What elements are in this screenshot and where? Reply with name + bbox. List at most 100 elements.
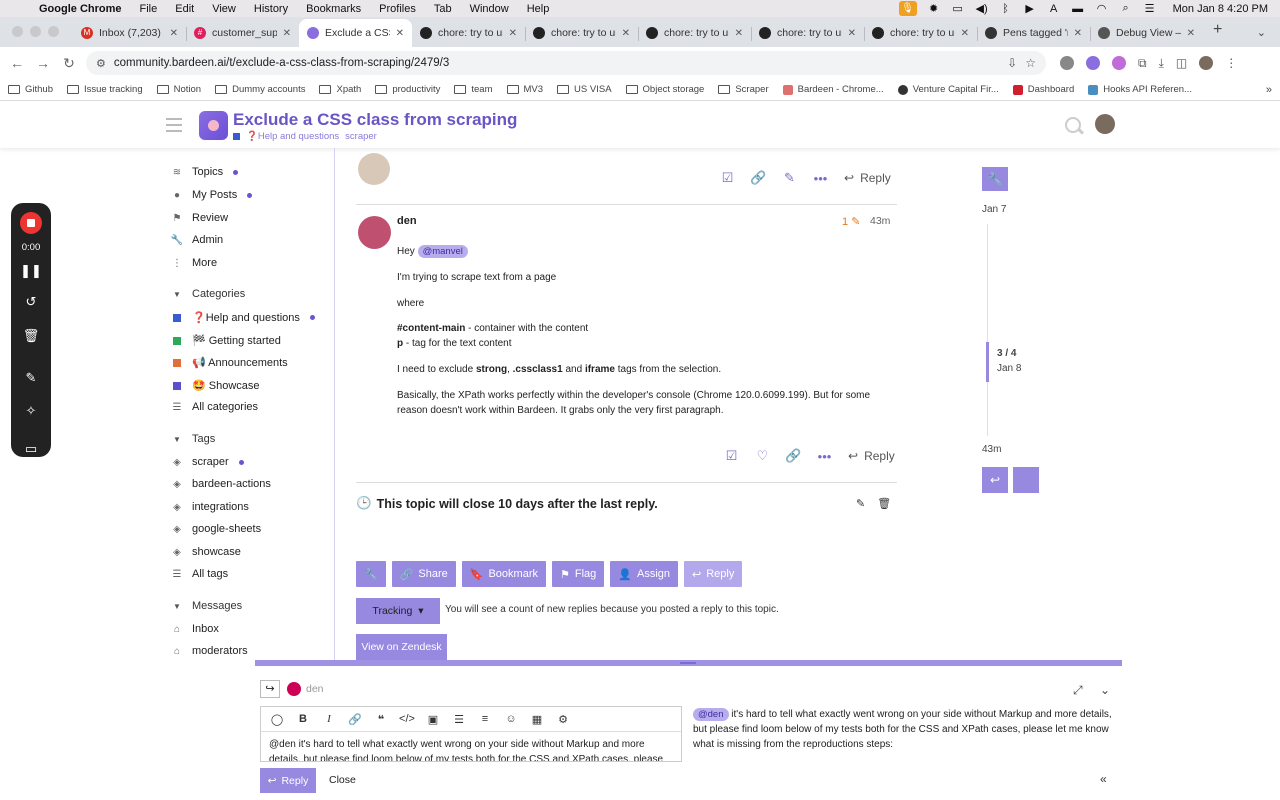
menu-file[interactable]: File — [131, 3, 167, 15]
collapse-preview-icon[interactable]: « — [1100, 772, 1107, 786]
edit-history[interactable]: 1 ✎ — [842, 215, 860, 228]
reply-button[interactable]: ↩ Reply — [844, 171, 891, 185]
emoji-icon[interactable]: ☺ — [503, 713, 519, 725]
tab-github[interactable]: chore: try to un ✕ — [412, 19, 525, 47]
topic-admin-wrench-button[interactable]: 🔧 — [982, 167, 1008, 191]
menu-app[interactable]: Google Chrome — [30, 3, 131, 15]
edit-timer-icon[interactable]: ✎ — [856, 497, 865, 510]
microphone-icon[interactable]: 🎙 — [898, 1, 917, 16]
topic-reply-button[interactable]: ↩ Reply — [684, 561, 743, 587]
solution-checkbox-icon[interactable]: ☑ — [716, 448, 747, 464]
control-center-icon[interactable]: ☰ — [1143, 2, 1157, 15]
view-on-zendesk-button[interactable]: View on Zendesk — [356, 634, 447, 660]
calendar-icon[interactable]: ▦ — [529, 713, 545, 726]
numbered-list-icon[interactable]: ≡ — [477, 713, 493, 725]
keyboard-icon[interactable]: ▭ — [951, 2, 965, 15]
assign-button[interactable]: 👤 Assign — [610, 561, 679, 587]
bold-icon[interactable]: B — [295, 713, 311, 725]
sidebar-item-my-posts[interactable]: ● My Posts — [170, 189, 253, 201]
restart-icon[interactable]: ↺ — [11, 294, 51, 310]
effects-icon[interactable]: ✧ — [11, 403, 51, 419]
menu-tab[interactable]: Tab — [425, 3, 461, 15]
sidebar-item-topics[interactable]: ≋ Topics — [170, 166, 239, 178]
post-author[interactable]: den — [397, 215, 417, 227]
menu-help[interactable]: Help — [518, 3, 559, 15]
speech-bubble-icon[interactable]: ◯ — [269, 713, 285, 726]
settings-gear-icon[interactable]: ⚙ — [555, 713, 571, 726]
close-tab-icon[interactable]: ✕ — [848, 28, 856, 39]
bookmark-dashboard[interactable]: Dashboard — [1012, 84, 1074, 95]
topic-tag-link[interactable]: scraper — [345, 131, 377, 142]
submit-reply-button[interactable]: ↩ Reply — [260, 768, 316, 793]
timeline-start-date[interactable]: Jan 7 — [982, 204, 1006, 215]
menu-history[interactable]: History — [245, 3, 297, 15]
camera-icon[interactable]: ▭ — [11, 441, 51, 457]
bookmark-xpath[interactable]: Xpath — [319, 84, 361, 95]
tab-github[interactable]: chore: try to un ✕ — [751, 19, 864, 47]
current-user-avatar[interactable] — [1095, 114, 1115, 134]
fullscreen-icon[interactable]: ⤢ — [1073, 683, 1083, 698]
bookmark-github[interactable]: Github — [8, 84, 53, 95]
post-author-avatar[interactable] — [358, 153, 390, 185]
sidebar-item-tag-bardeen-actions[interactable]: ◈ bardeen-actions — [170, 478, 271, 490]
notification-level-dropdown[interactable]: Tracking ▾ — [356, 598, 440, 624]
bookmark-hooks-api[interactable]: Hooks API Referen... — [1088, 84, 1192, 95]
sidebar-item-all-tags[interactable]: ☰ All tags — [170, 568, 229, 580]
solution-checkbox-icon[interactable]: ☑ — [712, 170, 743, 186]
bookmarks-overflow-icon[interactable]: » — [1266, 84, 1272, 96]
timeline-end-date[interactable]: 43m — [982, 444, 1001, 455]
sidepanel-icon[interactable]: ◫ — [1176, 56, 1187, 70]
download-icon[interactable]: ⤓ — [1159, 56, 1164, 71]
sidebar-item-inbox[interactable]: ⌂ Inbox — [170, 623, 219, 635]
quote-icon[interactable]: ❝ — [373, 713, 389, 726]
sidebar-item-help[interactable]: ❓Help and questions — [170, 311, 315, 324]
bookmark-scraper[interactable]: Scraper — [718, 84, 769, 95]
close-tab-icon[interactable]: ✕ — [622, 28, 630, 39]
composer-action-dropdown[interactable]: ↪ — [260, 680, 280, 698]
input-source-icon[interactable]: A — [1047, 3, 1061, 15]
post-author-avatar[interactable] — [358, 216, 391, 249]
battery-icon[interactable]: ▬ — [1071, 3, 1085, 15]
hamburger-menu-icon[interactable] — [166, 118, 182, 136]
menu-view[interactable]: View — [203, 3, 245, 15]
topic-category-link[interactable]: ❓Help and questions — [246, 131, 339, 142]
wifi-icon[interactable]: ◠ — [1095, 2, 1109, 15]
close-tab-icon[interactable]: ✕ — [396, 28, 404, 39]
timeline-scrollarea[interactable] — [987, 224, 988, 436]
bardeen-logo[interactable] — [199, 111, 228, 140]
bookmark-button[interactable]: 🔖 Bookmark — [461, 561, 546, 587]
sidebar-item-tag-showcase[interactable]: ◈ showcase — [170, 546, 241, 558]
sidebar-item-announcements[interactable]: 📢 Announcements — [170, 356, 288, 369]
tab-active-topic[interactable]: Exclude a CSS ✕ — [299, 19, 412, 47]
draw-icon[interactable]: ✎ — [11, 370, 51, 386]
link-icon[interactable]: 🔗 — [743, 170, 774, 186]
bookmark-object-storage[interactable]: Object storage — [625, 84, 704, 95]
back-icon[interactable]: ← — [8, 55, 26, 71]
bookmark-venture-capital[interactable]: Venture Capital Fir... — [897, 84, 999, 95]
pause-icon[interactable]: ❚❚ — [11, 263, 51, 279]
flag-button[interactable]: ⚑ Flag — [552, 561, 605, 587]
more-icon[interactable]: ••• — [805, 171, 836, 186]
reply-textarea[interactable]: @den it's hard to tell what exactly went… — [260, 732, 682, 762]
mention-link[interactable]: @manvel — [417, 245, 468, 258]
menu-profiles[interactable]: Profiles — [370, 3, 425, 15]
admin-wrench-button[interactable]: 🔧 — [356, 561, 386, 587]
minimize-window-icon[interactable] — [30, 26, 41, 37]
profile-avatar[interactable] — [1199, 56, 1214, 70]
extension-icon[interactable] — [1060, 56, 1074, 70]
bookmark-us-visa[interactable]: US VISA — [557, 84, 612, 95]
bookmark-issue-tracking[interactable]: Issue tracking — [67, 84, 143, 95]
timeline-reply-button[interactable]: ↩ — [982, 467, 1008, 493]
bookmark-bardeen-chrome[interactable]: Bardeen - Chrome... — [782, 84, 884, 95]
tab-gmail[interactable]: M Inbox (7,203) - ✕ — [73, 19, 186, 47]
volume-icon[interactable]: ◀) — [975, 2, 989, 15]
bookmark-star-icon[interactable]: ☆ — [1025, 56, 1036, 70]
install-app-icon[interactable]: ⇩ — [1007, 56, 1017, 70]
edit-icon[interactable]: ✎ — [774, 170, 805, 186]
new-tab-icon[interactable]: + — [1203, 21, 1232, 47]
mention-link[interactable]: @den — [693, 708, 729, 721]
sidebar-item-all-categories[interactable]: ☰ All categories — [170, 401, 259, 413]
sidebar-item-tag-google-sheets[interactable]: ◈ google-sheets — [170, 523, 261, 535]
tab-search-icon[interactable]: ⌄ — [1243, 26, 1280, 47]
timeline-handle[interactable] — [986, 342, 989, 382]
